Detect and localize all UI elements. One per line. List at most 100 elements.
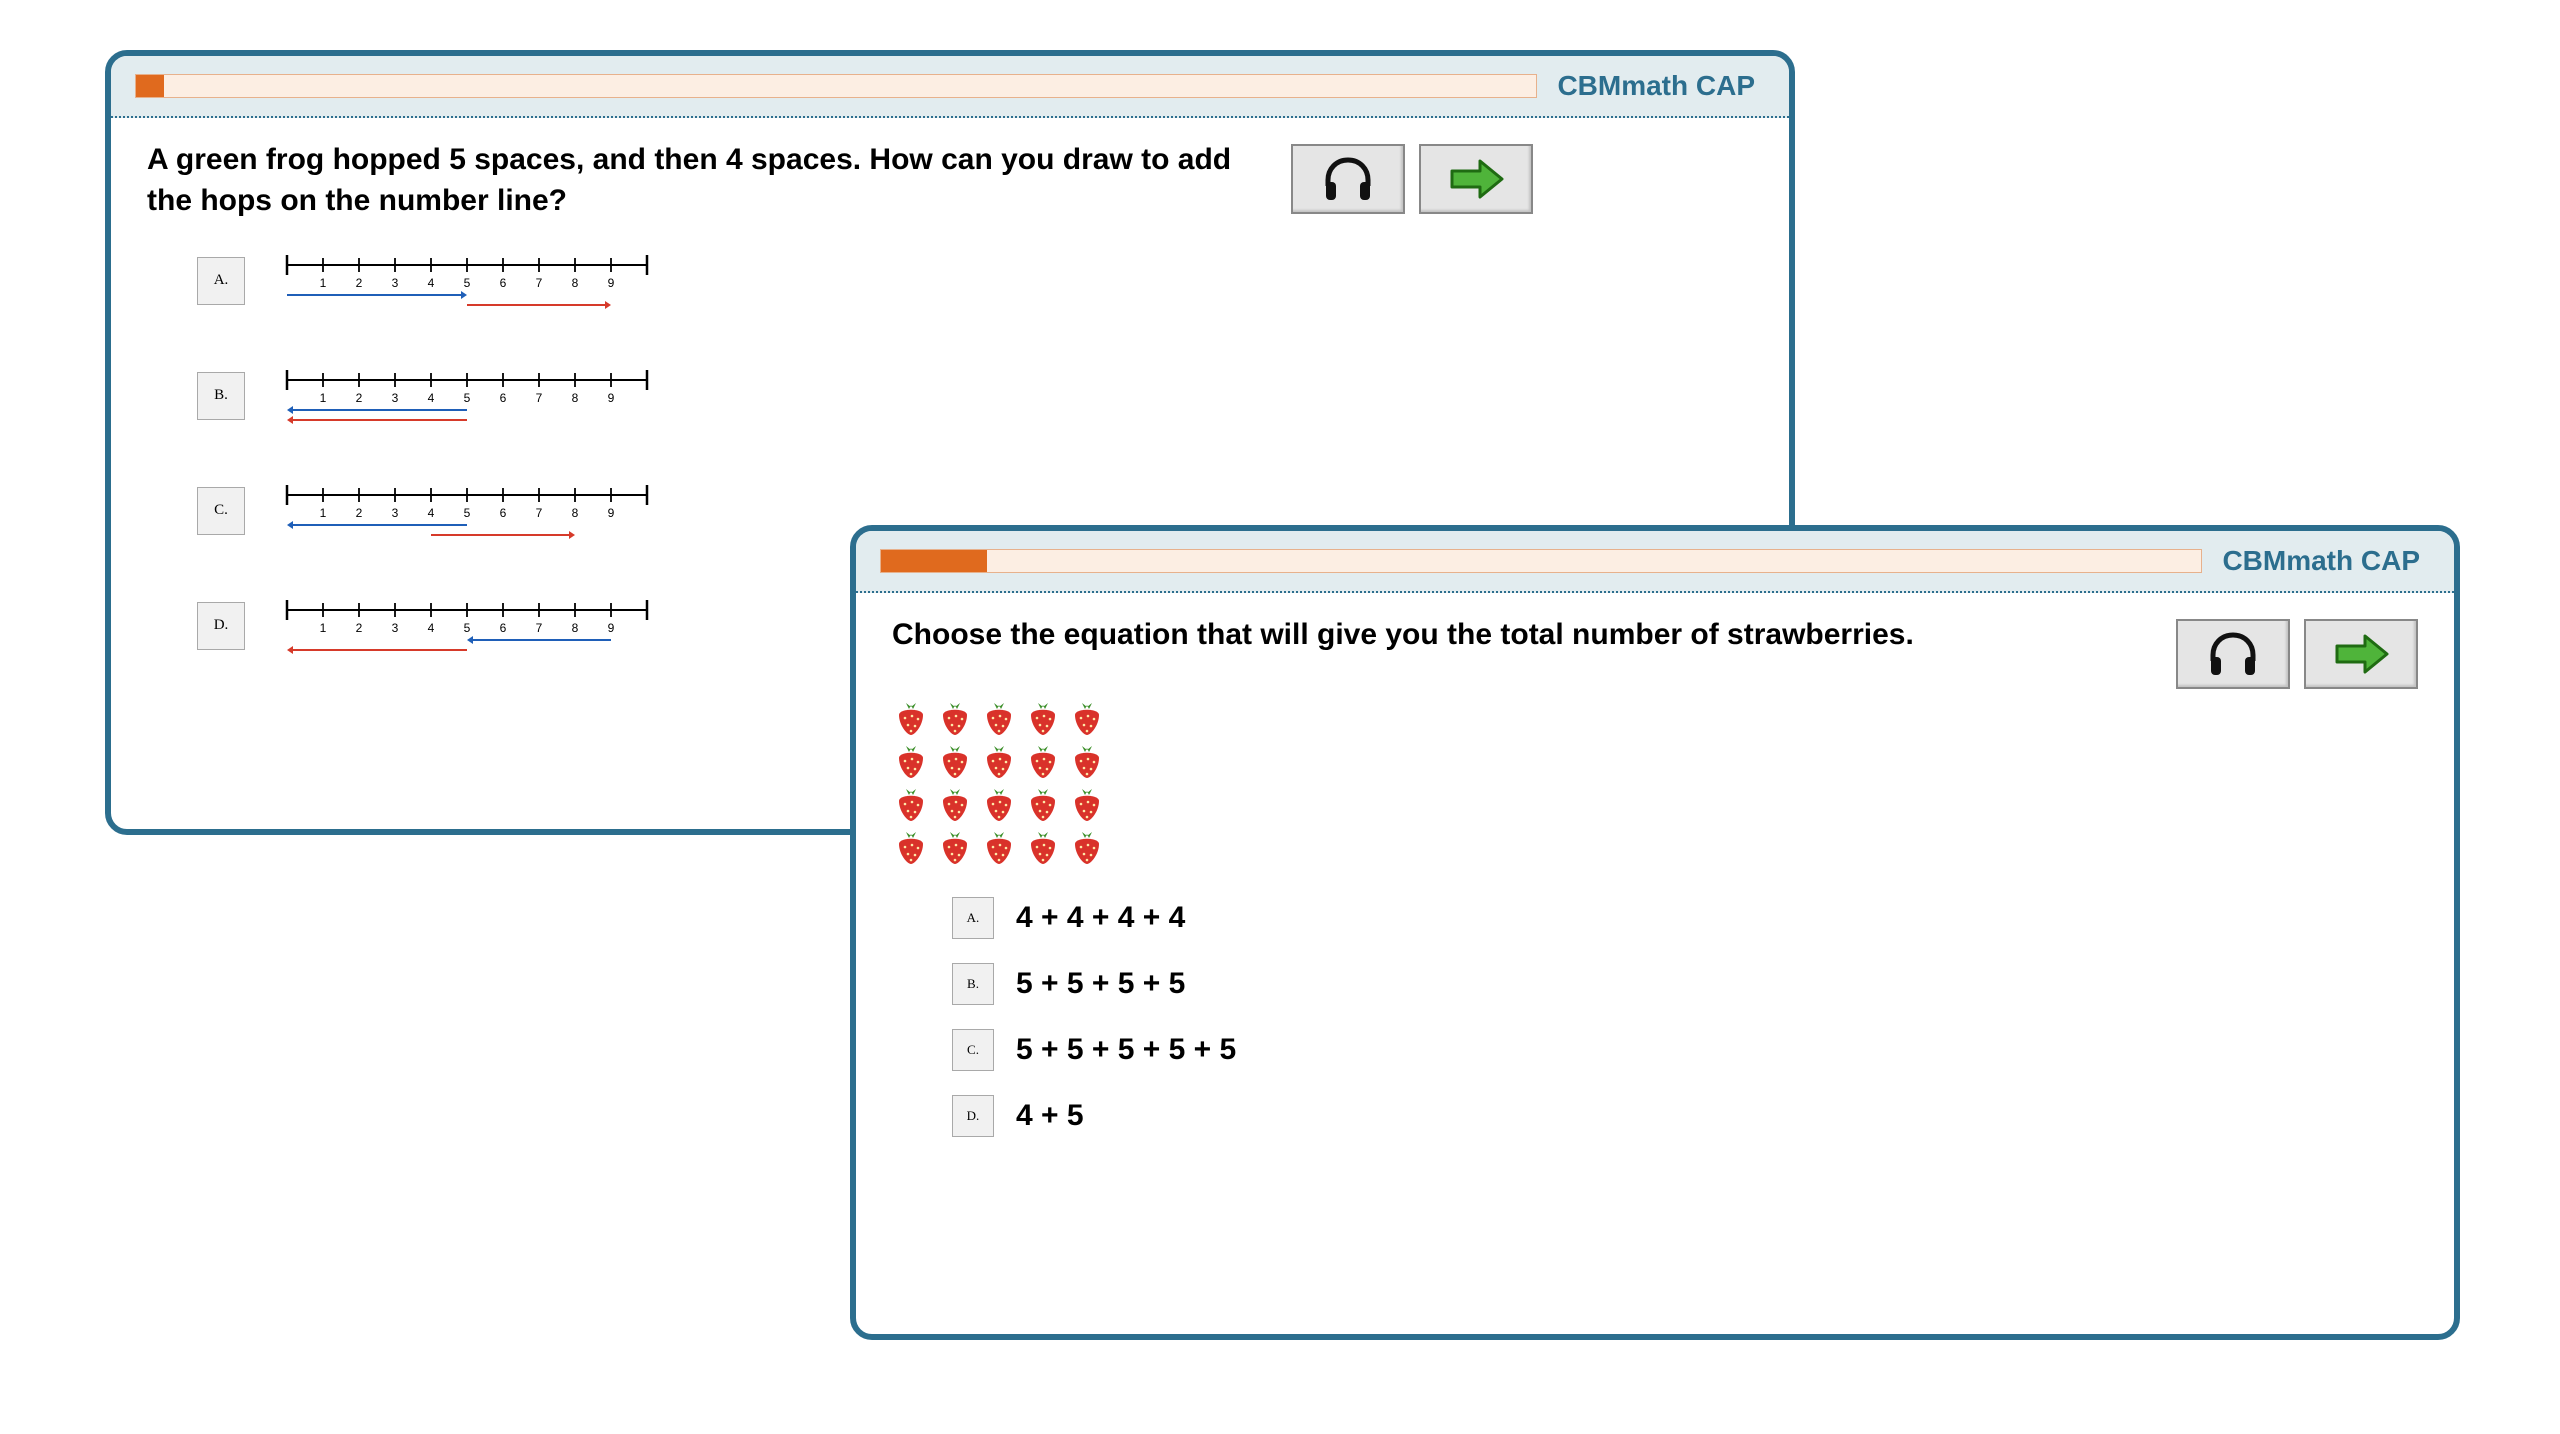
number-line-diagram: 1 2 3 4 5 6 7 8 9 bbox=[267, 247, 667, 314]
svg-text:2: 2 bbox=[356, 391, 363, 405]
strawberry-icon bbox=[1068, 703, 1106, 742]
svg-text:7: 7 bbox=[536, 391, 543, 405]
arrow-right-icon bbox=[1446, 157, 1506, 201]
strawberry-icon bbox=[1068, 832, 1106, 871]
question-text: A green frog hopped 5 spaces, and then 4… bbox=[147, 140, 1267, 221]
choice-text: 4 + 5 bbox=[1016, 1099, 1084, 1133]
strawberry-icon bbox=[936, 746, 974, 785]
number-line-diagram: 1 2 3 4 5 6 7 8 9 bbox=[267, 362, 667, 429]
svg-text:5: 5 bbox=[464, 391, 471, 405]
svg-text:1: 1 bbox=[320, 621, 327, 635]
answer-choice: B. 5 + 5 + 5 + 5 bbox=[952, 963, 2418, 1005]
strawberry-icon bbox=[980, 789, 1018, 828]
svg-text:9: 9 bbox=[608, 621, 615, 635]
choice-button[interactable]: A. bbox=[952, 897, 994, 939]
strawberry-grid bbox=[892, 703, 2418, 871]
strawberry-icon bbox=[980, 703, 1018, 742]
svg-text:8: 8 bbox=[572, 506, 579, 520]
svg-text:4: 4 bbox=[428, 506, 435, 520]
answer-choice: A. 1 2 3 4 5 6 7 8 9 bbox=[197, 247, 1753, 314]
strawberry-icon bbox=[1024, 746, 1062, 785]
svg-text:5: 5 bbox=[464, 506, 471, 520]
progress-bar bbox=[135, 74, 1537, 98]
strawberry-icon bbox=[1024, 703, 1062, 742]
svg-text:3: 3 bbox=[392, 506, 399, 520]
progress-bar bbox=[880, 549, 2202, 573]
svg-text:5: 5 bbox=[464, 621, 471, 635]
svg-text:7: 7 bbox=[536, 506, 543, 520]
strawberry-icon bbox=[1024, 832, 1062, 871]
strawberry-icon bbox=[892, 789, 930, 828]
strawberry-icon bbox=[1068, 789, 1106, 828]
brand-label: CBMmath CAP bbox=[1557, 70, 1765, 102]
brand-label: CBMmath CAP bbox=[2222, 545, 2430, 577]
svg-text:2: 2 bbox=[356, 506, 363, 520]
question-text: Choose the equation that will give you t… bbox=[892, 615, 2152, 656]
answer-choice: B. 1 2 3 4 5 6 7 8 9 bbox=[197, 362, 1753, 429]
svg-text:5: 5 bbox=[464, 276, 471, 290]
panel2-body: Choose the equation that will give you t… bbox=[856, 593, 2454, 1201]
svg-text:7: 7 bbox=[536, 621, 543, 635]
strawberry-icon bbox=[980, 746, 1018, 785]
svg-text:4: 4 bbox=[428, 391, 435, 405]
svg-text:6: 6 bbox=[500, 391, 507, 405]
arrow-right-icon bbox=[2331, 632, 2391, 676]
svg-text:1: 1 bbox=[320, 506, 327, 520]
choice-text: 5 + 5 + 5 + 5 + 5 bbox=[1016, 1033, 1236, 1067]
svg-text:3: 3 bbox=[392, 276, 399, 290]
svg-text:2: 2 bbox=[356, 621, 363, 635]
strawberry-icon bbox=[1024, 789, 1062, 828]
svg-text:1: 1 bbox=[320, 391, 327, 405]
assessment-panel-2: CBMmath CAP Choose the equation that wil… bbox=[850, 525, 2460, 1340]
panel2-header: CBMmath CAP bbox=[856, 531, 2454, 593]
svg-text:1: 1 bbox=[320, 276, 327, 290]
svg-text:4: 4 bbox=[428, 276, 435, 290]
choice-text: 4 + 4 + 4 + 4 bbox=[1016, 901, 1185, 935]
choice-button[interactable]: B. bbox=[952, 963, 994, 1005]
svg-text:7: 7 bbox=[536, 276, 543, 290]
strawberry-icon bbox=[892, 832, 930, 871]
strawberry-icon bbox=[1068, 746, 1106, 785]
svg-text:6: 6 bbox=[500, 621, 507, 635]
choice-button[interactable]: B. bbox=[197, 372, 245, 420]
number-line-diagram: 1 2 3 4 5 6 7 8 9 bbox=[267, 592, 667, 659]
svg-text:3: 3 bbox=[392, 391, 399, 405]
strawberry-icon bbox=[936, 832, 974, 871]
choice-text: 5 + 5 + 5 + 5 bbox=[1016, 967, 1185, 1001]
answer-choice: D. 4 + 5 bbox=[952, 1095, 2418, 1137]
progress-fill bbox=[881, 550, 987, 572]
listen-button[interactable] bbox=[2176, 619, 2290, 689]
next-button[interactable] bbox=[1419, 144, 1533, 214]
answer-choice: C. 5 + 5 + 5 + 5 + 5 bbox=[952, 1029, 2418, 1071]
panel1-header: CBMmath CAP bbox=[111, 56, 1789, 118]
svg-text:3: 3 bbox=[392, 621, 399, 635]
number-line-diagram: 1 2 3 4 5 6 7 8 9 bbox=[267, 477, 667, 544]
svg-text:8: 8 bbox=[572, 621, 579, 635]
choice-button[interactable]: C. bbox=[952, 1029, 994, 1071]
strawberry-icon bbox=[936, 789, 974, 828]
progress-fill bbox=[136, 75, 164, 97]
choice-button[interactable]: D. bbox=[197, 602, 245, 650]
listen-button[interactable] bbox=[1291, 144, 1405, 214]
answer-choices: A. 4 + 4 + 4 + 4 B. 5 + 5 + 5 + 5 C. 5 +… bbox=[892, 897, 2418, 1137]
svg-text:2: 2 bbox=[356, 276, 363, 290]
strawberry-icon bbox=[892, 746, 930, 785]
headphones-icon bbox=[1320, 154, 1376, 204]
svg-text:9: 9 bbox=[608, 391, 615, 405]
choice-button[interactable]: D. bbox=[952, 1095, 994, 1137]
headphones-icon bbox=[2205, 629, 2261, 679]
svg-text:9: 9 bbox=[608, 276, 615, 290]
strawberry-icon bbox=[892, 703, 930, 742]
svg-text:6: 6 bbox=[500, 276, 507, 290]
svg-text:8: 8 bbox=[572, 276, 579, 290]
svg-text:8: 8 bbox=[572, 391, 579, 405]
strawberry-icon bbox=[980, 832, 1018, 871]
next-button[interactable] bbox=[2304, 619, 2418, 689]
strawberry-icon bbox=[936, 703, 974, 742]
choice-button[interactable]: C. bbox=[197, 487, 245, 535]
svg-text:4: 4 bbox=[428, 621, 435, 635]
answer-choice: A. 4 + 4 + 4 + 4 bbox=[952, 897, 2418, 939]
svg-text:6: 6 bbox=[500, 506, 507, 520]
choice-button[interactable]: A. bbox=[197, 257, 245, 305]
svg-text:9: 9 bbox=[608, 506, 615, 520]
